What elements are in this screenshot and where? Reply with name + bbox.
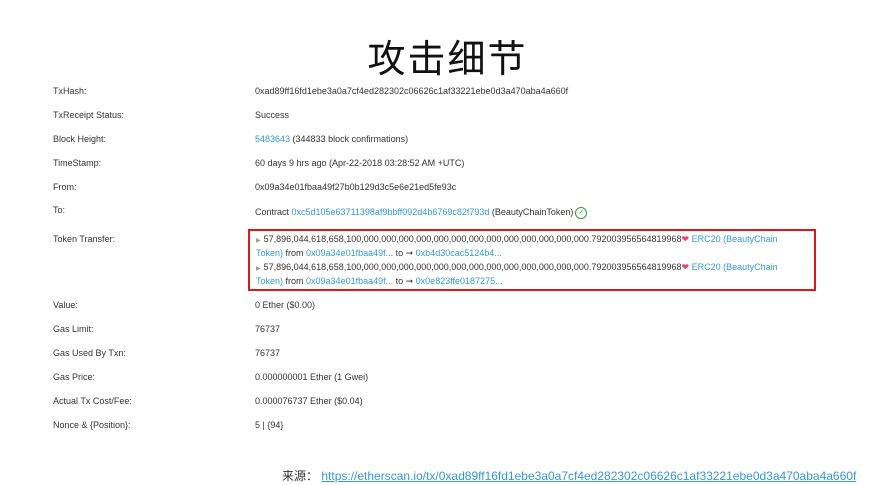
transfer-2-line-1: ▶ 57,896,044,618,658,100,000,000,000,000,… [256, 261, 778, 275]
transfer-1-line-2: Token) from 0x09a34e01fbaa49f... to ➞ 0x… [256, 247, 502, 259]
block-number-link[interactable]: 5483643 [255, 134, 290, 144]
transfer-1-token-link[interactable]: ERC20 (BeautyChain [692, 234, 778, 244]
gas-price-label: Gas Price: [53, 372, 96, 382]
token-transfer-label: Token Transfer: [53, 234, 116, 244]
heart-icon: ❤ [681, 234, 690, 244]
row-from: From: 0x09a34e01fbaa49f27b0b129d3c5e6e21… [53, 181, 833, 201]
row-gas-limit: Gas Limit: 76737 [53, 323, 833, 343]
slide-title: 攻击细节 [367, 37, 528, 81]
source-label: 来源： [282, 469, 319, 483]
row-to: To: Contract 0xc5d105e63711398af9bbff092… [53, 205, 833, 226]
row-value: Value: 0 Ether ($0.00) [53, 299, 833, 319]
transfer-2-to-label: to ➞ [393, 276, 416, 286]
triangle-right-icon: ▶ [256, 266, 261, 272]
to-value: Contract 0xc5d105e63711398af9bbff092d4b6… [255, 206, 588, 219]
source-url-link[interactable]: https://etherscan.io/tx/0xad89ff16fd1ebe… [321, 469, 856, 483]
row-gas-price: Gas Price: 0.000000001 Ether (1 Gwei) [53, 371, 833, 391]
transfer-2-token-link-cont[interactable]: Token) [256, 276, 283, 286]
nonce-value: 5 | {94} [255, 420, 284, 430]
transfer-2-to-link[interactable]: 0x0e823ffe0187275... [416, 276, 503, 286]
contract-name: (BeautyChainToken) [489, 207, 574, 217]
row-nonce: Nonce & {Position}: 5 | {94} [53, 419, 833, 439]
transfer-1-token-link-cont[interactable]: Token) [256, 248, 283, 258]
to-label: To: [53, 205, 66, 215]
from-address-link[interactable]: 0x09a34e01fbaa49f27b0b129d3c5e6e21ed5fe9… [255, 181, 456, 193]
nonce-label: Nonce & {Position}: [53, 420, 131, 430]
txhash-value: 0xad89ff16fd1ebe3a0a7cf4ed282302c06626c1… [255, 86, 569, 96]
block-height-value: 5483643 (344833 block confirmations) [255, 133, 408, 145]
value-label: Value: [53, 300, 78, 310]
transfer-2-from-link[interactable]: 0x09a34e01fbaa49f... [306, 276, 393, 286]
value-value: 0 Ether ($0.00) [255, 300, 316, 310]
contract-address-link[interactable]: 0xc5d105e63711398af9bbff092d4b6769c82f79… [292, 207, 490, 217]
contract-prefix: Contract [255, 207, 292, 217]
status-label: TxReceipt Status: [53, 110, 125, 120]
block-confirmations: (344833 block confirmations) [290, 134, 409, 144]
row-actual-fee: Actual Tx Cost/Fee: 0.000076737 Ether ($… [53, 395, 833, 415]
triangle-right-icon: ▶ [256, 238, 261, 244]
transfer-1-to-link[interactable]: 0xb4d30cac5124b4... [416, 248, 502, 258]
gas-limit-value: 76737 [255, 324, 281, 334]
heart-icon: ❤ [681, 262, 690, 272]
transfer-2-amount: 57,896,044,618,658,100,000,000,000,000,0… [263, 262, 682, 272]
row-block-height: Block Height: 5483643 (344833 block conf… [53, 133, 833, 153]
row-txhash: TxHash: 0xad89ff16fd1ebe3a0a7cf4ed282302… [53, 85, 833, 105]
actual-fee-label: Actual Tx Cost/Fee: [53, 396, 132, 406]
gas-used-value: 76737 [255, 348, 281, 358]
row-status: TxReceipt Status: Success [53, 109, 833, 129]
transfer-2-from-label: from [283, 276, 307, 286]
timestamp-value: 60 days 9 hrs ago (Apr-22-2018 03:28:52 … [255, 158, 465, 168]
transfer-1-from-label: from [283, 248, 307, 258]
status-value: Success [255, 110, 290, 120]
txhash-label: TxHash: [53, 86, 87, 96]
gas-used-label: Gas Used By Txn: [53, 348, 126, 358]
check-circle-icon: ✓ [575, 206, 588, 219]
row-timestamp: TimeStamp: 60 days 9 hrs ago (Apr-22-201… [53, 157, 833, 177]
transfer-1-line-1: ▶ 57,896,044,618,658,100,000,000,000,000,… [256, 233, 778, 247]
transfer-2-line-2: Token) from 0x09a34e01fbaa49f... to ➞ 0x… [256, 275, 503, 287]
source-footer: 来源： https://etherscan.io/tx/0xad89ff16fd… [282, 467, 856, 484]
transfer-2-token-link[interactable]: ERC20 (BeautyChain [692, 262, 778, 272]
gas-price-value: 0.000000001 Ether (1 Gwei) [255, 372, 369, 382]
transfer-1-amount: 57,896,044,618,658,100,000,000,000,000,0… [263, 234, 682, 244]
row-gas-used: Gas Used By Txn: 76737 [53, 347, 833, 367]
actual-fee-value: 0.000076737 Ether ($0.04) [255, 396, 363, 406]
from-label: From: [53, 182, 77, 192]
block-height-label: Block Height: [53, 134, 107, 144]
transfer-1-from-link[interactable]: 0x09a34e01fbaa49f... [306, 248, 393, 258]
gas-limit-label: Gas Limit: [53, 324, 94, 334]
timestamp-label: TimeStamp: [53, 158, 102, 168]
transfer-1-to-label: to ➞ [393, 248, 416, 258]
